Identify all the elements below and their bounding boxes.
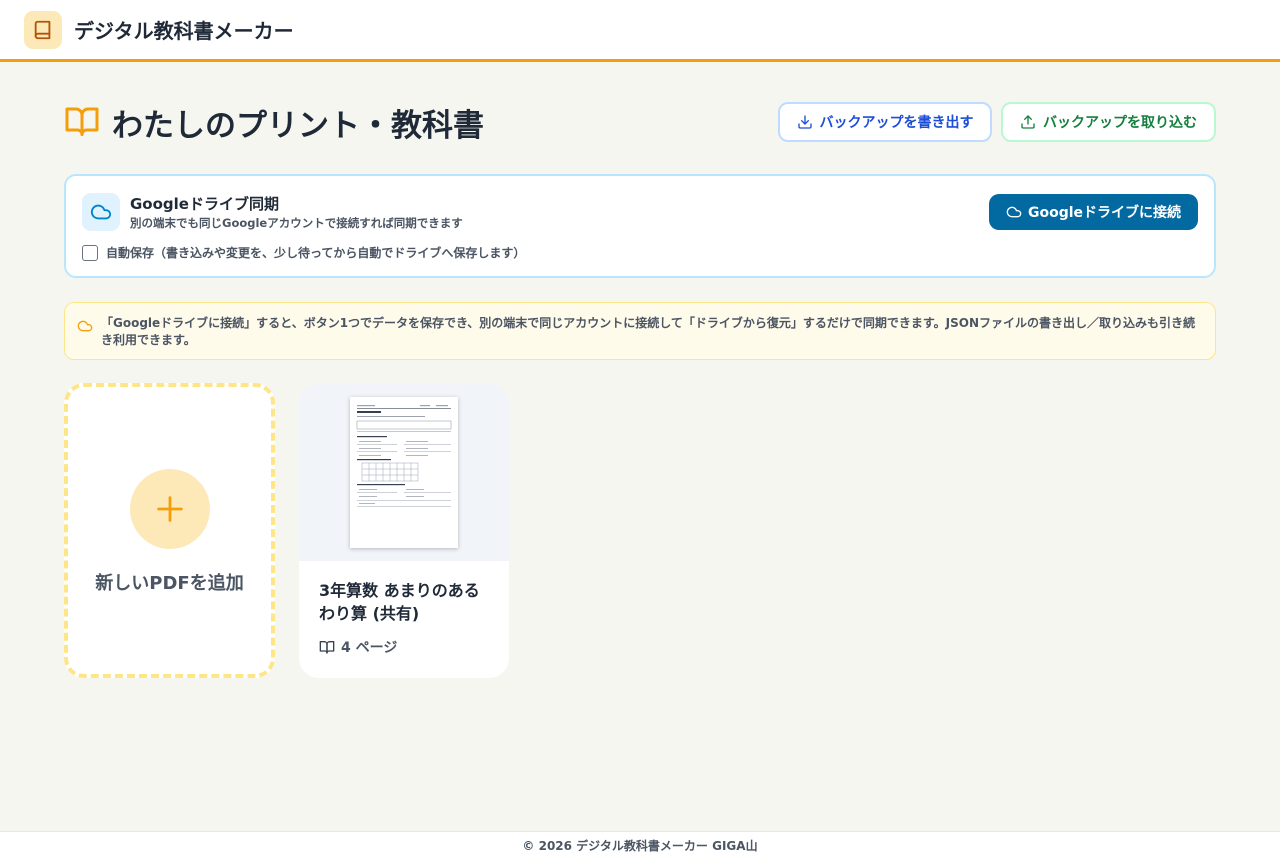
app-title: デジタル教科書メーカー [74,19,294,43]
connect-drive-button[interactable]: Googleドライブに接続 [989,194,1198,230]
autosave-toggle[interactable]: 自動保存（書き込みや変更を、少し待ってから自動でドライブへ保存します） [82,244,525,261]
book-icon [24,10,62,49]
page-title-group: わたしのプリント・教科書 [64,100,484,145]
book-thumbnail [299,383,509,561]
export-backup-label: バックアップを書き出す [819,115,974,131]
drive-sync-card: Googleドライブ同期 別の端末でも同じGoogleアカウントで接続すれば同期… [64,174,1216,278]
footer-text: © 2026 デジタル教科書メーカー GIGA山 [522,839,758,853]
footer: © 2026 デジタル教科書メーカー GIGA山 [0,831,1280,860]
open-book-icon [64,103,100,143]
autosave-checkbox[interactable] [82,244,98,261]
add-pdf-label: 新しいPDFを追加 [95,573,244,594]
page-header: わたしのプリント・教科書 バックアップを書き出す バックアップを取り込む [64,100,1216,144]
page-title: わたしのプリント・教科書 [112,108,484,144]
sync-info-notice: 「Googleドライブに接続」すると、ボタン1つでデータを保存でき、別の端末で同… [64,302,1216,360]
upload-icon [1021,115,1035,129]
import-backup-label: バックアップを取り込む [1043,115,1197,131]
drive-sync-title: Googleドライブ同期 [130,195,279,213]
cloud-icon [77,318,93,338]
book-card[interactable]: 3年算数 あまりのあるわり算 (共有) 4 ページ [299,383,509,678]
drive-sync-subtitle: 別の端末でも同じGoogleアカウントで接続すれば同期できます [130,216,463,230]
add-pdf-card[interactable]: 新しいPDFを追加 [64,383,275,678]
autosave-label: 自動保存（書き込みや変更を、少し待ってから自動でドライブへ保存します） [106,246,526,260]
download-icon [797,115,812,129]
connect-drive-label: Googleドライブに接続 [1027,205,1182,221]
export-backup-button[interactable]: バックアップを書き出す [778,102,992,142]
app-header: デジタル教科書メーカー [0,0,1280,62]
open-book-icon [319,641,335,654]
sync-info-text: 「Googleドライブに接続」すると、ボタン1つでデータを保存でき、別の端末で同… [101,316,1196,347]
page-count-text: 4 ページ [341,640,398,656]
page-count: 4 ページ [319,637,397,657]
book-title: 3年算数 あまりのあるわり算 (共有) [319,581,480,623]
import-backup-button[interactable]: バックアップを取り込む [1001,102,1216,142]
cloud-icon [1006,206,1022,218]
worksheet-preview-image [350,397,458,548]
plus-icon [130,469,210,549]
cloud-icon [82,193,120,231]
